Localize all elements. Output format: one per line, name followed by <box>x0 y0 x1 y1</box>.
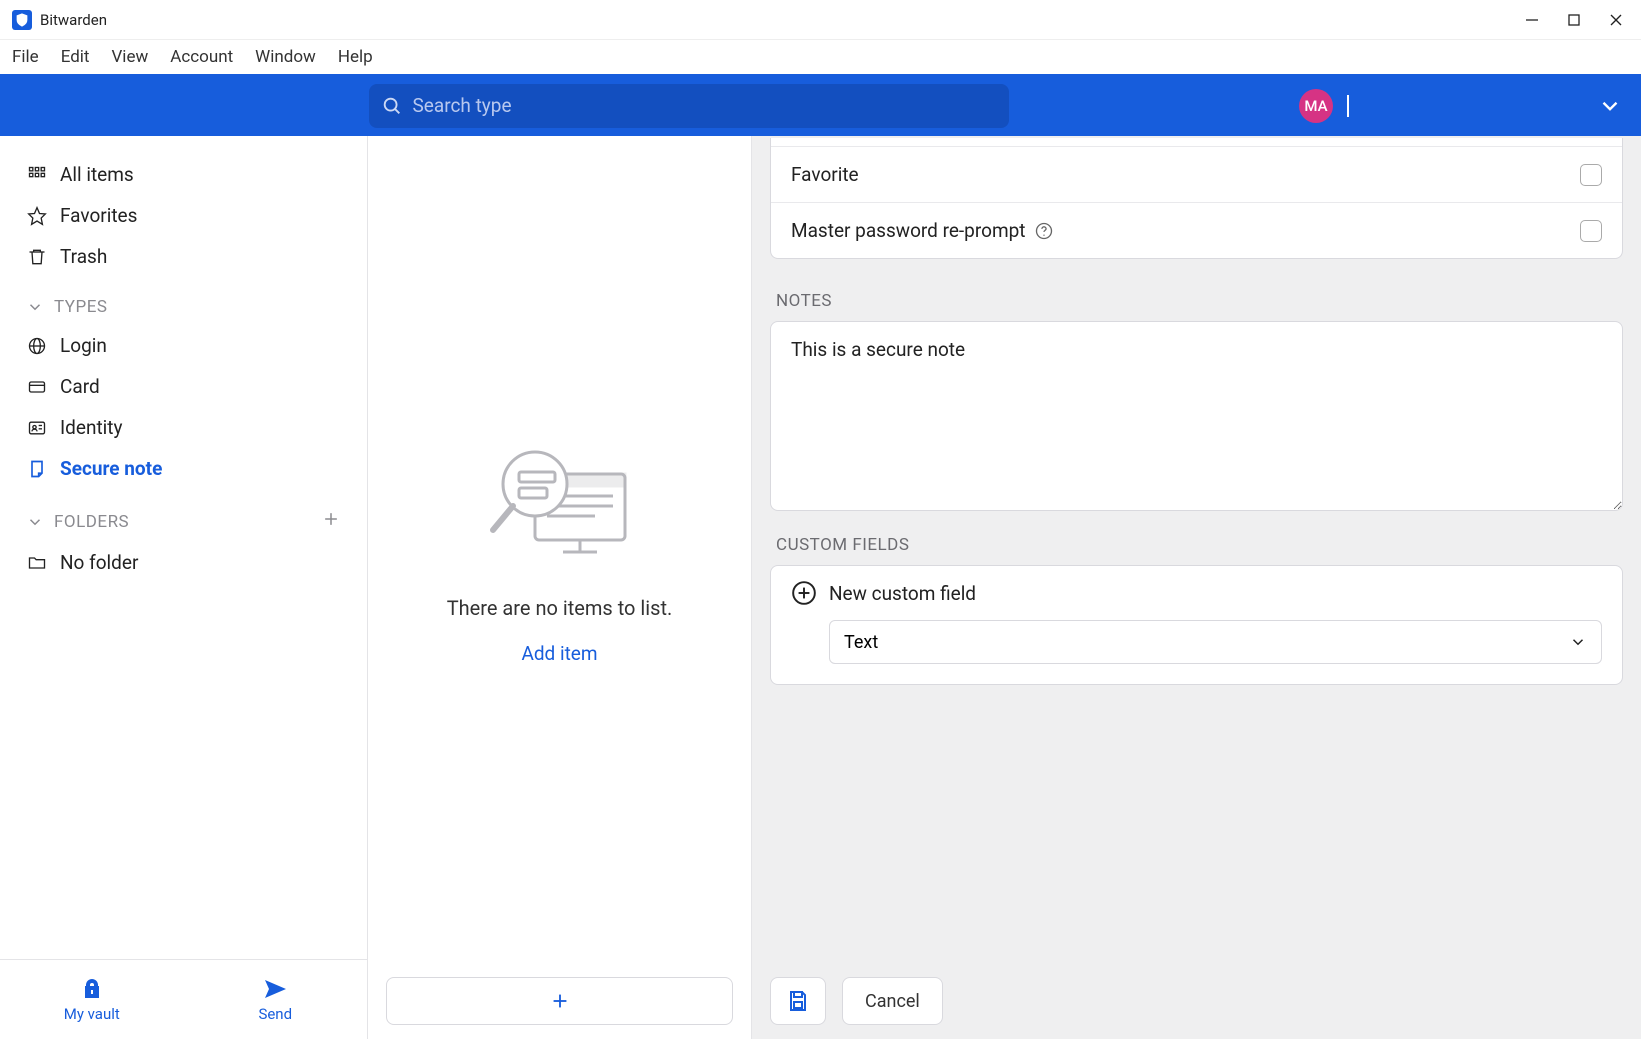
footer-tab-send[interactable]: Send <box>184 960 368 1039</box>
menubar: File Edit View Account Window Help <box>0 40 1641 74</box>
window-close-button[interactable] <box>1609 13 1623 27</box>
note-icon <box>26 458 48 480</box>
card-icon <box>26 376 48 398</box>
empty-state-text: There are no items to list. <box>447 596 673 620</box>
chevron-down-icon <box>26 298 44 316</box>
topbar: MA <box>0 74 1641 136</box>
window-maximize-button[interactable] <box>1567 13 1581 27</box>
custom-field-type-select[interactable]: Text <box>829 620 1602 664</box>
menu-view[interactable]: View <box>111 47 148 67</box>
cancel-button[interactable]: Cancel <box>842 977 943 1025</box>
item-list: There are no items to list. Add item <box>368 136 752 1039</box>
window-title: Bitwarden <box>40 11 107 29</box>
section-label: FOLDERS <box>54 512 129 532</box>
sidebar-item-all-items[interactable]: All items <box>0 154 367 195</box>
sidebar-item-label: Favorites <box>60 204 137 227</box>
app-logo-icon <box>12 10 32 30</box>
trash-icon <box>26 246 48 268</box>
account-avatar[interactable]: MA <box>1299 89 1333 123</box>
sidebar-item-favorites[interactable]: Favorites <box>0 195 367 236</box>
menu-file[interactable]: File <box>12 47 39 67</box>
menu-window[interactable]: Window <box>255 47 316 67</box>
menu-help[interactable]: Help <box>338 47 373 67</box>
plus-icon <box>549 990 571 1012</box>
grid-icon <box>26 164 48 186</box>
sidebar-item-login[interactable]: Login <box>0 325 367 366</box>
sidebar-section-folders[interactable]: FOLDERS <box>0 489 367 542</box>
identity-icon <box>26 417 48 439</box>
custom-fields-header: CUSTOM FIELDS <box>770 521 1623 565</box>
save-button[interactable] <box>770 977 826 1025</box>
sidebar-item-label: Secure note <box>60 457 162 480</box>
sidebar-section-types[interactable]: TYPES <box>0 277 367 325</box>
star-icon <box>26 205 48 227</box>
window-minimize-button[interactable] <box>1525 13 1539 27</box>
search-icon <box>381 95 403 117</box>
notes-header: NOTES <box>770 277 1623 321</box>
menu-account[interactable]: Account <box>170 47 233 67</box>
sidebar-item-label: Login <box>60 334 107 357</box>
sidebar-item-no-folder[interactable]: No folder <box>0 542 367 583</box>
send-icon <box>263 977 287 1001</box>
window-controls <box>1525 13 1629 27</box>
footer-tab-my-vault[interactable]: My vault <box>0 960 184 1039</box>
sidebar-item-trash[interactable]: Trash <box>0 236 367 277</box>
notes-textarea[interactable] <box>770 321 1623 511</box>
sidebar-item-label: No folder <box>60 551 138 574</box>
footer-tab-label: My vault <box>64 1005 120 1023</box>
reprompt-checkbox[interactable] <box>1580 220 1602 242</box>
titlebar: Bitwarden <box>0 0 1641 40</box>
sidebar-item-secure-note[interactable]: Secure note <box>0 448 367 489</box>
plus-circle-icon[interactable] <box>791 580 817 606</box>
chevron-down-icon <box>26 513 44 531</box>
favorite-checkbox[interactable] <box>1580 164 1602 186</box>
sidebar-item-identity[interactable]: Identity <box>0 407 367 448</box>
add-folder-button[interactable] <box>321 509 341 534</box>
new-custom-field-label: New custom field <box>829 582 976 605</box>
sidebar-item-label: Identity <box>60 416 123 439</box>
sidebar-item-label: All items <box>60 163 134 186</box>
add-item-button[interactable] <box>386 977 733 1025</box>
sidebar-item-label: Trash <box>60 245 107 268</box>
lock-icon <box>80 977 104 1001</box>
select-value: Text <box>844 632 878 653</box>
menu-edit[interactable]: Edit <box>61 47 90 67</box>
chevron-down-icon[interactable] <box>1597 93 1623 119</box>
globe-icon <box>26 335 48 357</box>
sidebar-item-label: Card <box>60 375 100 398</box>
sidebar-item-card[interactable]: Card <box>0 366 367 407</box>
chevron-down-icon <box>1569 633 1587 651</box>
divider-icon <box>1347 95 1349 117</box>
favorite-label: Favorite <box>791 163 859 186</box>
search-input[interactable] <box>369 84 1009 128</box>
help-icon[interactable] <box>1034 221 1054 241</box>
add-item-link[interactable]: Add item <box>521 642 597 665</box>
sidebar: All items Favorites Trash TYPES Login Ca… <box>0 136 368 1039</box>
save-icon <box>786 989 810 1013</box>
empty-state-icon <box>475 434 645 574</box>
section-label: TYPES <box>54 297 107 317</box>
footer-tab-label: Send <box>258 1005 292 1023</box>
folder-icon <box>26 552 48 574</box>
detail-panel: Favorite Master password re-prompt NOTES… <box>752 136 1641 1039</box>
reprompt-label: Master password re-prompt <box>791 219 1026 242</box>
